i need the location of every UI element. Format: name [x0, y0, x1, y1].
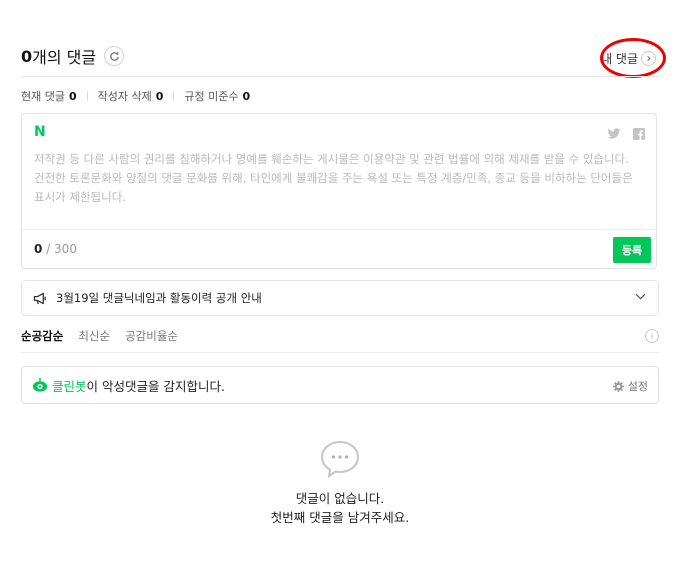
divider: [86, 91, 88, 101]
char-counter-max: / 300: [46, 242, 77, 256]
refresh-icon: [109, 51, 119, 61]
empty-state-title: 댓글이 없습니다.: [295, 491, 385, 506]
sort-option-latest[interactable]: 최신순: [78, 328, 110, 344]
cleanbot-icon: [32, 378, 48, 392]
info-icon[interactable]: i: [645, 329, 659, 343]
chevron-down-icon[interactable]: [635, 293, 646, 300]
char-counter: 0 / 300: [34, 242, 77, 256]
cleanbot-settings-button[interactable]: 설정: [612, 378, 648, 394]
refresh-button[interactable]: [104, 46, 125, 66]
speech-bubble-icon: [320, 440, 360, 482]
highlight-circle: [600, 38, 666, 78]
twitter-icon[interactable]: [607, 125, 621, 144]
stat-violation-value: 0: [242, 89, 251, 103]
cleanbot-brand: 클린봇: [52, 378, 87, 394]
stat-author-deleted-value: 0: [155, 89, 164, 103]
comment-stats: 현재 댓글 0 작성자 삭제 0 규정 미준수 0: [21, 88, 250, 104]
empty-state-subtitle: 첫번째 댓글을 남겨주세요.: [270, 510, 410, 525]
cleanbot-bar: 클린봇이 악성댓글을 감지합니다. 설정: [21, 366, 659, 404]
stat-current-value: 0: [68, 89, 77, 103]
divider: [22, 229, 656, 230]
cleanbot-message: 클린봇이 악성댓글을 감지합니다.: [52, 376, 225, 395]
megaphone-icon: [33, 292, 48, 305]
divider: [173, 91, 175, 101]
gear-icon: [612, 380, 624, 392]
stat-violation-label: 규정 미준수: [184, 90, 239, 103]
divider: [21, 76, 659, 77]
sort-option-popular[interactable]: 순공감순: [21, 328, 63, 344]
char-counter-current: 0: [34, 242, 43, 256]
divider: [21, 352, 659, 353]
sort-options: 순공감순 최신순 공감비율순: [21, 328, 193, 344]
settings-label: 설정: [627, 380, 648, 393]
stat-current-label: 현재 댓글: [21, 90, 65, 103]
notice-bar[interactable]: 3월19일 댓글닉네임과 활동이력 공개 안내: [21, 280, 659, 316]
comment-count-suffix: 개의 댓글: [32, 48, 97, 67]
comment-count-title: 0 개의 댓글: [21, 44, 125, 68]
stat-author-deleted-label: 작성자 삭제: [97, 90, 152, 103]
submit-button[interactable]: 등록: [613, 237, 651, 263]
comment-count-number: 0: [21, 46, 33, 66]
naver-logo: N: [34, 124, 46, 140]
comment-input[interactable]: 저작권 등 다른 사람의 권리를 침해하거나 명예를 훼손하는 게시물은 이용약…: [34, 150, 640, 207]
facebook-icon[interactable]: [633, 125, 645, 144]
sort-option-ratio[interactable]: 공감비율순: [125, 328, 178, 344]
notice-text: 3월19일 댓글닉네임과 활동이력 공개 안내: [56, 291, 262, 305]
cleanbot-text: 이 악성댓글을 감지합니다.: [86, 378, 225, 394]
